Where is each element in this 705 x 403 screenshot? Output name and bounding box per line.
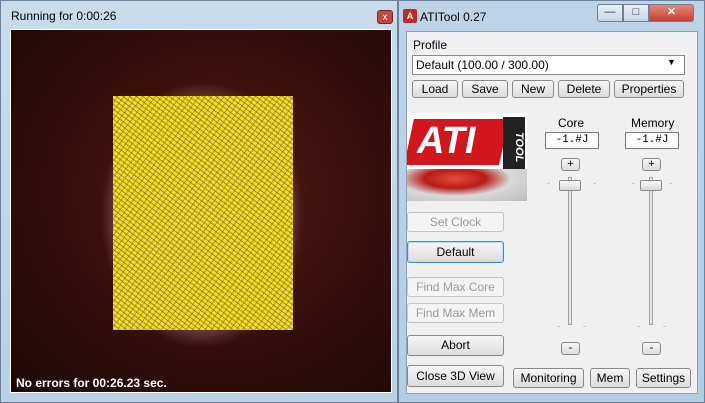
memory-plus-button[interactable]: + bbox=[642, 158, 661, 171]
memory-slider-track[interactable] bbox=[649, 177, 653, 325]
core-clock-field[interactable]: -1.#J bbox=[545, 132, 599, 149]
properties-button[interactable]: Properties bbox=[614, 80, 684, 98]
render-window: Running for 0:00:26 x No errors for 00:2… bbox=[0, 0, 398, 403]
memory-label: Memory bbox=[631, 116, 675, 130]
logo-text: ATI bbox=[417, 120, 476, 162]
chevron-down-icon[interactable]: ▼ bbox=[667, 57, 676, 67]
find-max-core-button[interactable]: Find Max Core bbox=[407, 277, 504, 297]
memory-clock-field[interactable]: -1.#J bbox=[625, 132, 679, 149]
default-button[interactable]: Default bbox=[407, 241, 504, 263]
core-slider-track[interactable] bbox=[568, 177, 572, 325]
core-plus-button[interactable]: + bbox=[561, 158, 580, 171]
atitool-client-area: Profile Default (100.00 / 300.00) ▼ Load… bbox=[406, 31, 698, 394]
profile-dropdown[interactable]: Default (100.00 / 300.00) bbox=[412, 55, 685, 75]
close-3d-view-button[interactable]: Close 3D View bbox=[407, 365, 504, 387]
memory-slider-thumb[interactable] bbox=[640, 180, 662, 191]
monitoring-button[interactable]: Monitoring bbox=[513, 368, 584, 388]
core-label: Core bbox=[558, 116, 585, 130]
abort-button[interactable]: Abort bbox=[407, 335, 504, 356]
ati-icon: A bbox=[403, 9, 417, 23]
save-button[interactable]: Save bbox=[462, 80, 508, 98]
ati-logo: ATI TOOL bbox=[407, 113, 527, 201]
memory-minus-button[interactable]: - bbox=[642, 342, 661, 355]
find-max-mem-button[interactable]: Find Max Mem bbox=[407, 303, 504, 323]
render-canvas: No errors for 00:26.23 sec. bbox=[10, 29, 392, 393]
new-button[interactable]: New bbox=[512, 80, 554, 98]
logo-side-text: TOOL bbox=[503, 117, 525, 177]
load-button[interactable]: Load bbox=[412, 80, 458, 98]
settings-button[interactable]: Settings bbox=[636, 368, 691, 388]
core-minus-button[interactable]: - bbox=[561, 342, 580, 355]
atitool-window: A ATITool 0.27 — □ ✕ Profile Default (10… bbox=[398, 0, 705, 403]
set-clock-button[interactable]: Set Clock bbox=[407, 212, 504, 232]
profile-label: Profile bbox=[413, 38, 448, 52]
artifact-cube bbox=[113, 96, 293, 330]
delete-button[interactable]: Delete bbox=[558, 80, 610, 98]
maximize-button[interactable]: □ bbox=[623, 4, 649, 22]
render-window-title: Running for 0:00:26 bbox=[11, 9, 117, 23]
mem-button[interactable]: Mem bbox=[590, 368, 630, 388]
error-status-text: No errors for 00:26.23 sec. bbox=[16, 376, 167, 390]
close-button[interactable]: ✕ bbox=[649, 4, 694, 22]
close-icon[interactable]: x bbox=[377, 10, 393, 24]
window-title: ATITool 0.27 bbox=[420, 10, 487, 24]
minimize-button[interactable]: — bbox=[597, 4, 623, 22]
core-slider-thumb[interactable] bbox=[559, 180, 581, 191]
logo-graphic bbox=[407, 169, 527, 201]
